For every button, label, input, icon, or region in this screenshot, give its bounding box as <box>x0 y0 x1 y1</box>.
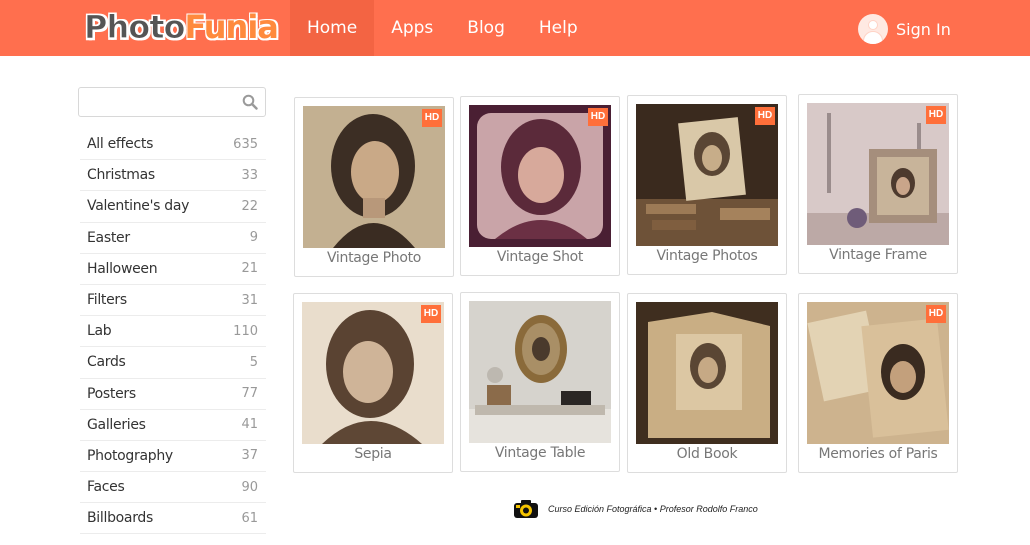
effect-title: Vintage Frame <box>829 247 927 263</box>
sign-in-button[interactable]: Sign In <box>858 14 951 44</box>
camera-icon <box>514 500 538 518</box>
nav-home[interactable]: Home <box>290 0 375 56</box>
effect-title: Sepia <box>354 446 392 462</box>
category-count: 61 <box>241 510 258 526</box>
search-box <box>78 87 266 117</box>
category-label: Posters <box>87 385 136 402</box>
category-galleries[interactable]: Galleries 41 <box>80 410 266 441</box>
photofunia-logo[interactable]: Photo Funia <box>84 7 279 47</box>
category-photography[interactable]: Photography 37 <box>80 441 266 473</box>
category-count: 77 <box>241 386 258 402</box>
effect-card-vintage-table[interactable]: Vintage Table <box>460 292 620 472</box>
category-cards[interactable]: Cards 5 <box>80 347 266 379</box>
category-faces[interactable]: Faces 90 <box>80 472 266 504</box>
effect-card-vintage-frame[interactable]: HD Vintage Frame <box>798 94 958 274</box>
hd-badge: HD <box>588 108 608 126</box>
effect-title: Vintage Photos <box>656 248 758 264</box>
category-count: 110 <box>233 323 258 339</box>
effect-thumbnail: HD <box>807 103 949 245</box>
effect-card-old-book[interactable]: Old Book <box>627 293 787 473</box>
category-count: 90 <box>241 479 258 495</box>
effect-thumbnail: HD <box>302 302 444 444</box>
sign-in-label: Sign In <box>896 19 951 39</box>
category-label: Faces <box>87 479 125 496</box>
category-label: All effects <box>87 136 154 153</box>
effect-title: Vintage Photo <box>326 250 422 266</box>
effect-thumbnail <box>469 301 611 443</box>
effect-card-vintage-photos[interactable]: HD Vintage Photos <box>627 95 787 275</box>
hd-badge: HD <box>422 109 442 127</box>
effect-card-vintage-photo[interactable]: HD Vintage Photo <box>294 97 454 277</box>
category-filters[interactable]: Filters 31 <box>80 285 266 317</box>
category-lab[interactable]: Lab 110 <box>80 316 266 348</box>
category-label: Easter <box>87 229 130 246</box>
hd-badge: HD <box>926 305 946 323</box>
category-label: Cards <box>87 354 126 371</box>
category-posters[interactable]: Posters 77 <box>80 379 266 410</box>
effect-thumbnail: HD <box>469 105 611 247</box>
category-all-effects[interactable]: All effects 635 <box>80 129 266 161</box>
nav-blog[interactable]: Blog <box>450 0 522 56</box>
category-label: Billboards <box>87 510 153 527</box>
category-easter[interactable]: Easter 9 <box>80 223 266 254</box>
effect-card-sepia[interactable]: HD Sepia <box>293 293 453 473</box>
category-label: Christmas <box>87 167 155 184</box>
credit-footer: Curso Edición Fotográfica • Profesor Rod… <box>513 497 758 521</box>
category-label: Filters <box>87 292 127 309</box>
effect-thumbnail <box>636 302 778 444</box>
effect-title: Vintage Shot <box>496 249 584 265</box>
effect-title: Vintage Table <box>494 445 586 461</box>
logo-text-photo: Photo <box>84 8 186 47</box>
header-bar: Photo Funia Home Apps Blog Help Sign In <box>0 0 1030 56</box>
category-count: 37 <box>241 448 258 464</box>
category-label: Lab <box>87 323 112 340</box>
logo-text-funia: Funia <box>184 8 279 46</box>
hd-badge: HD <box>926 106 946 124</box>
category-count: 21 <box>241 261 258 277</box>
user-avatar-icon <box>858 14 888 44</box>
category-christmas[interactable]: Christmas 33 <box>80 160 266 192</box>
nav-help[interactable]: Help <box>522 0 595 56</box>
credit-text: Curso Edición Fotográfica • Profesor Rod… <box>548 504 758 514</box>
search-input[interactable] <box>79 88 239 116</box>
category-billboards[interactable]: Billboards 61 <box>80 503 266 535</box>
effect-thumbnail: HD <box>807 302 949 444</box>
category-count: 22 <box>241 198 258 214</box>
category-count: 635 <box>233 136 258 152</box>
effect-card-vintage-shot[interactable]: HD Vintage Shot <box>460 96 620 276</box>
category-count: 33 <box>241 167 258 183</box>
category-valentines-day[interactable]: Valentine's day 22 <box>80 191 266 223</box>
category-label: Valentine's day <box>87 198 190 215</box>
main-nav: Home Apps Blog Help <box>290 0 595 56</box>
hd-badge: HD <box>421 305 441 323</box>
category-halloween[interactable]: Halloween 21 <box>80 254 266 285</box>
category-count: 5 <box>249 354 258 370</box>
effect-title: Memories of Paris <box>818 446 938 462</box>
category-list: All effects 635 Christmas 33 Valentine's d… <box>80 129 266 535</box>
category-count: 31 <box>241 292 258 308</box>
category-label: Galleries <box>87 416 146 433</box>
effect-title: Old Book <box>676 446 738 462</box>
category-count: 41 <box>241 417 258 433</box>
effect-card-memories-of-paris[interactable]: HD Memories of Paris <box>798 293 958 473</box>
category-count: 9 <box>249 230 258 246</box>
effect-thumbnail: HD <box>636 104 778 246</box>
search-icon[interactable] <box>242 94 258 110</box>
category-label: Halloween <box>87 260 158 277</box>
nav-apps[interactable]: Apps <box>374 0 450 56</box>
hd-badge: HD <box>755 107 775 125</box>
effect-thumbnail: HD <box>303 106 445 248</box>
category-label: Photography <box>87 447 173 464</box>
